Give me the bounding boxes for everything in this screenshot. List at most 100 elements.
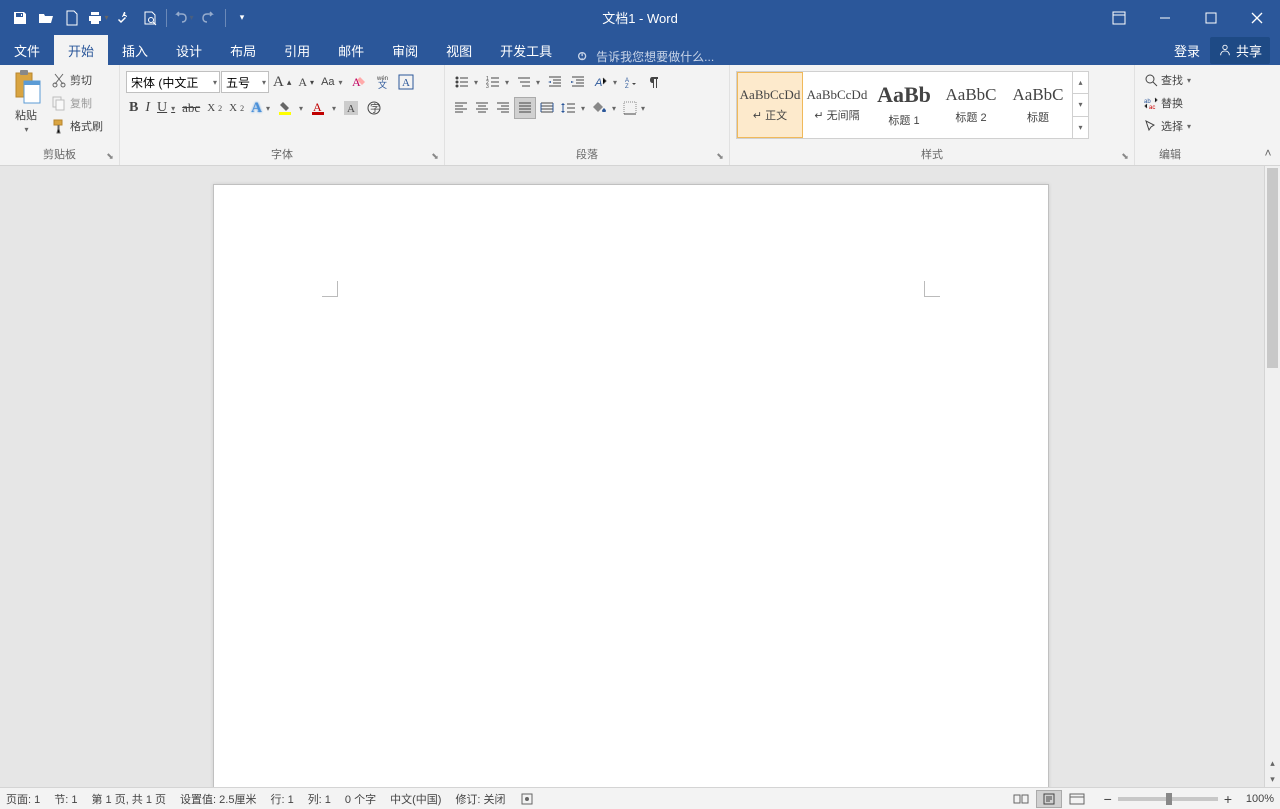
status-words[interactable]: 0 个字 <box>345 791 376 807</box>
highlight-icon[interactable]: ▾ <box>274 97 306 119</box>
multilevel-list-icon[interactable]: ▾ <box>513 71 543 93</box>
maximize-icon[interactable] <box>1188 0 1234 35</box>
line-spacing-icon[interactable]: ▾ <box>558 97 588 119</box>
superscript-icon[interactable]: X2 <box>226 97 247 119</box>
style-item[interactable]: AaBbC标题 <box>1005 72 1071 138</box>
status-lang[interactable]: 中文(中国) <box>390 791 441 807</box>
close-icon[interactable] <box>1234 0 1280 35</box>
undo-icon[interactable]: ▾ <box>171 6 195 30</box>
bullets-icon[interactable]: ▾ <box>451 71 481 93</box>
status-track[interactable]: 修订: 关闭 <box>455 791 505 807</box>
justify-icon[interactable] <box>514 97 536 119</box>
align-right-icon[interactable] <box>493 97 513 119</box>
tab-home[interactable]: 开始 <box>54 35 108 65</box>
tab-developer[interactable]: 开发工具 <box>486 35 566 65</box>
copy-button[interactable]: 复制 <box>48 92 106 114</box>
vertical-scrollbar[interactable]: ▴ ▾ <box>1264 166 1280 787</box>
shading-icon[interactable]: ▾ <box>589 97 619 119</box>
char-border-icon[interactable]: A <box>395 71 417 93</box>
strikethrough-icon[interactable]: abc <box>179 97 203 119</box>
font-dialog-launcher-icon[interactable]: ⬊ <box>428 149 442 163</box>
new-icon[interactable] <box>60 6 84 30</box>
tab-insert[interactable]: 插入 <box>108 35 162 65</box>
tab-references[interactable]: 引用 <box>270 35 324 65</box>
preview-icon[interactable] <box>138 6 162 30</box>
bold-icon[interactable]: B <box>126 97 141 119</box>
status-page[interactable]: 页面: 1 <box>6 791 40 807</box>
asian-layout-icon[interactable]: A▾ <box>590 71 620 93</box>
style-scroll-icon[interactable]: ▾ <box>1073 94 1088 116</box>
show-marks-icon[interactable] <box>644 71 664 93</box>
scroll-up-icon[interactable]: ▴ <box>1265 755 1280 771</box>
tab-mailings[interactable]: 邮件 <box>324 35 378 65</box>
ribbon-display-icon[interactable] <box>1096 0 1142 35</box>
numbering-icon[interactable]: 123▾ <box>482 71 512 93</box>
tab-review[interactable]: 审阅 <box>378 35 432 65</box>
style-scroll-icon[interactable]: ▴ <box>1073 72 1088 94</box>
clear-format-icon[interactable]: A <box>347 71 371 93</box>
style-item[interactable]: AaBbC标题 2 <box>938 72 1004 138</box>
scrollbar-thumb[interactable] <box>1267 168 1278 368</box>
clipboard-dialog-launcher-icon[interactable]: ⬊ <box>103 149 117 163</box>
text-effects-icon[interactable]: A▾ <box>248 97 273 119</box>
replace-button[interactable]: abac替换 <box>1141 92 1186 114</box>
tell-me-search[interactable]: 告诉我您想要做什么... <box>576 48 714 65</box>
italic-icon[interactable]: I <box>142 97 153 119</box>
paragraph-dialog-launcher-icon[interactable]: ⬊ <box>713 149 727 163</box>
styles-dialog-launcher-icon[interactable]: ⬊ <box>1118 149 1132 163</box>
style-item[interactable]: AaBbCcDd↵ 正文 <box>737 72 803 138</box>
status-position[interactable]: 设置值: 2.5厘米 <box>180 791 256 807</box>
zoom-out-icon[interactable]: − <box>1104 791 1112 807</box>
collapse-ribbon-icon[interactable]: ˄ <box>1260 145 1276 161</box>
signin-button[interactable]: 登录 <box>1174 41 1200 60</box>
macro-record-icon[interactable] <box>520 792 534 806</box>
align-center-icon[interactable] <box>472 97 492 119</box>
web-layout-icon[interactable] <box>1064 790 1090 808</box>
cut-button[interactable]: 剪切 <box>48 69 106 91</box>
tab-layout[interactable]: 布局 <box>216 35 270 65</box>
font-size-combo[interactable]: 五号▾ <box>221 71 269 93</box>
status-line[interactable]: 行: 1 <box>270 791 293 807</box>
minimize-icon[interactable] <box>1142 0 1188 35</box>
find-button[interactable]: 查找▾ <box>1141 69 1194 91</box>
status-col[interactable]: 列: 1 <box>308 791 331 807</box>
phonetic-guide-icon[interactable]: wén文 <box>372 71 394 93</box>
document-workspace[interactable] <box>0 166 1264 787</box>
share-button[interactable]: 共享 <box>1210 37 1270 64</box>
save-icon[interactable] <box>8 6 32 30</box>
tab-file[interactable]: 文件 <box>0 35 54 65</box>
redo-icon[interactable] <box>197 6 221 30</box>
font-name-combo[interactable]: 宋体 (中文正▾ <box>126 71 220 93</box>
distribute-icon[interactable] <box>537 97 557 119</box>
format-painter-button[interactable]: 格式刷 <box>48 115 106 137</box>
document-page[interactable] <box>213 184 1049 787</box>
status-section[interactable]: 节: 1 <box>54 791 77 807</box>
change-case-icon[interactable]: Aa▾ <box>318 71 345 93</box>
print-layout-icon[interactable] <box>1036 790 1062 808</box>
print-icon[interactable]: ▾ <box>86 6 110 30</box>
select-button[interactable]: 选择▾ <box>1141 115 1194 137</box>
increase-indent-icon[interactable] <box>567 71 589 93</box>
tab-design[interactable]: 设计 <box>162 35 216 65</box>
align-left-icon[interactable] <box>451 97 471 119</box>
borders-icon[interactable]: ▾ <box>620 97 648 119</box>
char-shading-icon[interactable]: A <box>340 97 362 119</box>
enclose-char-icon[interactable]: 字 <box>363 97 385 119</box>
shrink-font-icon[interactable]: A▾ <box>295 71 317 93</box>
grow-font-icon[interactable]: A▴ <box>270 71 294 93</box>
subscript-icon[interactable]: X2 <box>204 97 225 119</box>
style-item[interactable]: AaBb标题 1 <box>871 72 937 138</box>
scroll-down-icon[interactable]: ▾ <box>1265 771 1280 787</box>
paste-button[interactable]: 粘贴▾ <box>4 67 48 136</box>
read-mode-icon[interactable] <box>1008 790 1034 808</box>
qat-customize-icon[interactable]: ▾ <box>230 6 254 30</box>
decrease-indent-icon[interactable] <box>544 71 566 93</box>
style-item[interactable]: AaBbCcDd↵ 无间隔 <box>804 72 870 138</box>
underline-icon[interactable]: U▾ <box>154 97 178 119</box>
font-color-icon[interactable]: A▾ <box>307 97 339 119</box>
zoom-slider[interactable] <box>1118 797 1218 801</box>
tab-view[interactable]: 视图 <box>432 35 486 65</box>
status-pages[interactable]: 第 1 页, 共 1 页 <box>91 791 166 807</box>
spellcheck-icon[interactable] <box>112 6 136 30</box>
zoom-level[interactable]: 100% <box>1238 793 1274 805</box>
